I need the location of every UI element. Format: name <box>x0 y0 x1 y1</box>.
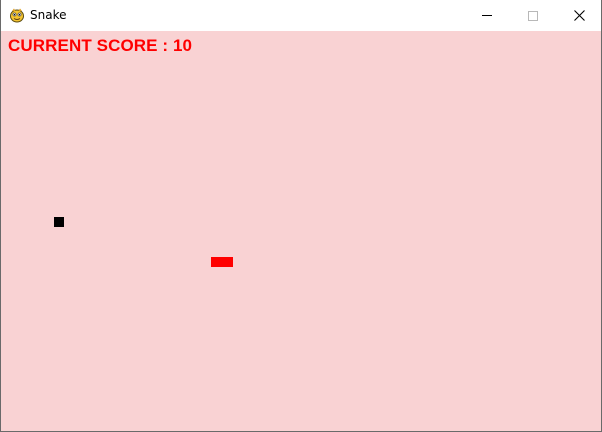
game-canvas[interactable]: CURRENT SCORE : 10 <box>1 31 601 431</box>
current-score: CURRENT SCORE : 10 <box>8 36 193 55</box>
maximize-button[interactable] <box>510 0 556 31</box>
close-button[interactable] <box>556 0 602 31</box>
minimize-icon <box>482 15 492 16</box>
title-bar[interactable]: Snake <box>0 0 602 31</box>
game-window: Snake CURRENT SCORE : 10 <box>0 0 602 432</box>
minimize-button[interactable] <box>464 0 510 31</box>
food-pellet <box>54 217 64 227</box>
pygame-snake-icon <box>9 7 25 23</box>
close-icon <box>573 10 585 21</box>
maximize-icon <box>528 10 538 21</box>
snake-body <box>211 257 233 267</box>
window-title: Snake <box>30 8 67 22</box>
